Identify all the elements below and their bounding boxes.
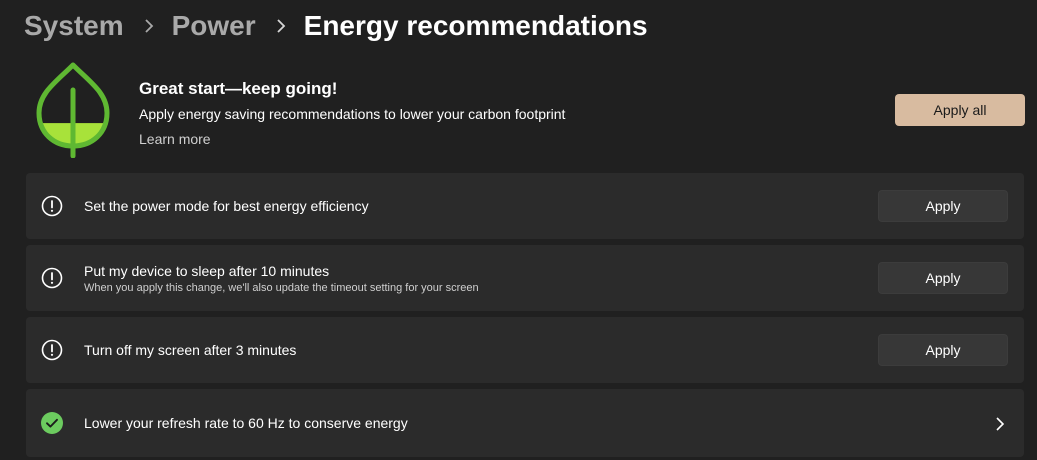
breadcrumb: System Power Energy recommendations [24,6,648,46]
recommendation-card-screen-off: Turn off my screen after 3 minutes Apply [26,317,1024,383]
leaf-icon [34,60,112,159]
apply-all-button[interactable]: Apply all [895,94,1025,126]
warning-circle-icon [41,267,63,289]
energy-recommendations-page: System Power Energy recommendations Grea… [0,0,1037,460]
recommendation-subtitle: When you apply this change, we'll also u… [84,282,479,294]
chevron-right-icon [276,18,286,34]
learn-more-link[interactable]: Learn more [139,131,211,147]
warning-circle-icon [41,195,63,217]
breadcrumb-power[interactable]: Power [172,10,256,42]
recommendation-card-sleep: Put my device to sleep after 10 minutes … [26,245,1024,311]
recommendation-card-power-mode: Set the power mode for best energy effic… [26,173,1024,239]
hero-title: Great start—keep going! [139,79,338,98]
recommendation-title: Put my device to sleep after 10 minutes [84,263,330,279]
chevron-right-icon [144,18,154,34]
check-circle-icon [41,412,63,434]
breadcrumb-system[interactable]: System [24,10,124,42]
page-title: Energy recommendations [303,10,648,41]
warning-circle-icon [41,339,63,361]
recommendation-card-refresh-rate[interactable]: Lower your refresh rate to 60 Hz to cons… [26,389,1024,457]
chevron-right-icon [992,415,1008,433]
apply-power-mode-button[interactable]: Apply [878,190,1008,222]
apply-sleep-button[interactable]: Apply [878,262,1008,294]
hero-description: Apply energy saving recommendations to l… [139,106,566,122]
recommendation-title: Turn off my screen after 3 minutes [84,342,297,358]
apply-screen-off-button[interactable]: Apply [878,334,1008,366]
recommendation-title: Set the power mode for best energy effic… [84,198,369,214]
recommendation-title: Lower your refresh rate to 60 Hz to cons… [84,415,408,431]
